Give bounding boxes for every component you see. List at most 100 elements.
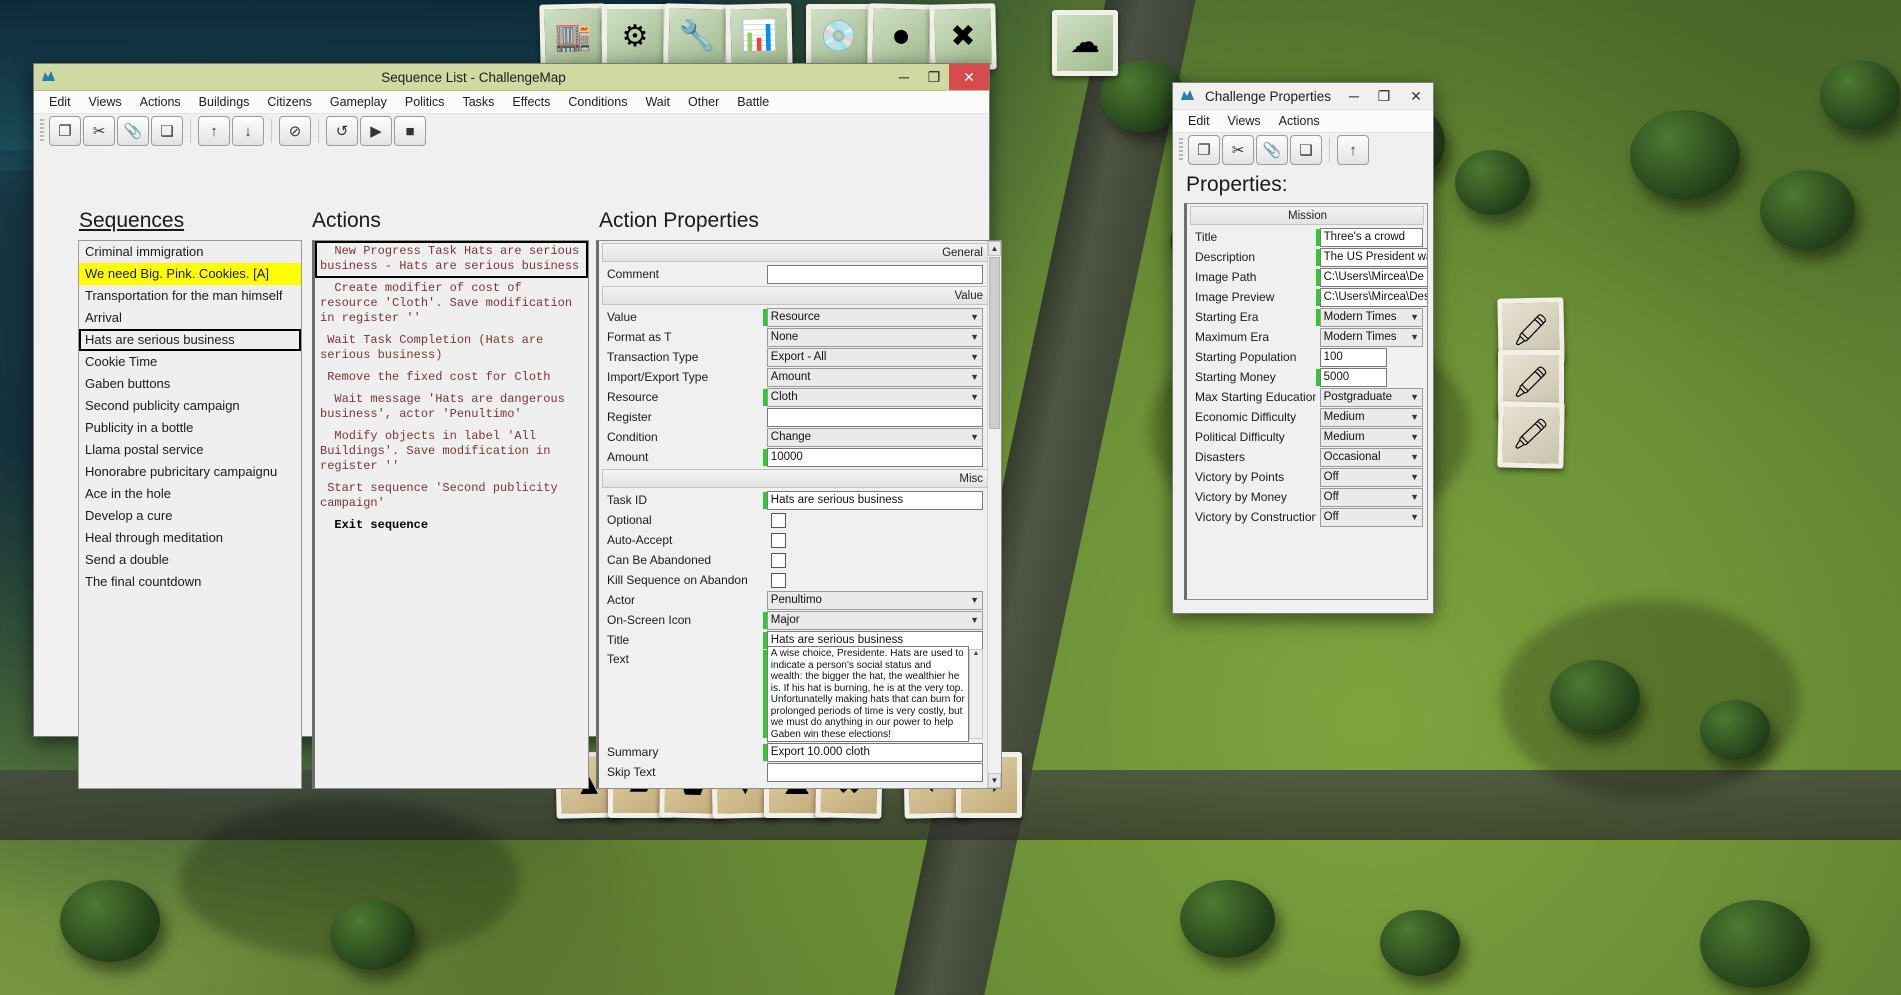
menu-tasks[interactable]: Tasks: [453, 91, 503, 113]
sequence-window-toolbar[interactable]: ❐ ✂ 📎 ❏ ↑ ↓ ⊘ ↺ ▶ ■: [34, 114, 989, 148]
input-title[interactable]: Three's a crowd: [1319, 227, 1423, 247]
menu-edit[interactable]: Edit: [40, 91, 80, 113]
sequence-list-item[interactable]: The final countdown: [79, 571, 301, 593]
select-max-starting-education[interactable]: Postgraduate ▼: [1319, 387, 1423, 407]
input-comment[interactable]: [766, 264, 983, 284]
action-list-item[interactable]: Wait Task Completion (Hats are serious b…: [315, 330, 588, 367]
action-list-item[interactable]: Exit sequence: [315, 515, 588, 537]
copy-button[interactable]: ❐: [49, 116, 81, 146]
sequence-list-item[interactable]: Hats are serious business: [79, 329, 301, 351]
move-down-button[interactable]: ↓: [232, 116, 264, 146]
scroll-down-arrow[interactable]: ▼: [988, 773, 1001, 788]
sequence-list-item[interactable]: Transportation for the man himself: [79, 285, 301, 307]
action-list-item[interactable]: New Progress Task Hats are serious busin…: [315, 241, 588, 278]
checkbox-can-be-abandoned[interactable]: [770, 552, 786, 568]
wrench-stamp[interactable]: 🔧: [663, 3, 731, 71]
sequence-list-item[interactable]: Gaben buttons: [79, 373, 301, 395]
minimize-button[interactable]: ─: [1339, 83, 1369, 109]
select-value[interactable]: Resource ▼: [766, 307, 983, 327]
challenge-window-controls[interactable]: ─ ❐ ✕: [1339, 83, 1433, 109]
sequence-list-item[interactable]: Honorabre pubricitary campaignu: [79, 461, 301, 483]
sequence-list-item[interactable]: Publicity in a bottle: [79, 417, 301, 439]
action-list-item[interactable]: Wait message 'Hats are dangerous busines…: [315, 389, 588, 426]
menu-actions[interactable]: Actions: [131, 91, 190, 113]
sequence-list-item[interactable]: Send a double: [79, 549, 301, 571]
textarea-scrollbar[interactable]: ▲: [969, 649, 983, 739]
input-starting-population[interactable]: 100: [1319, 347, 1387, 367]
cut-button[interactable]: ✂: [83, 116, 115, 146]
sequence-list-item[interactable]: Ace in the hole: [79, 483, 301, 505]
select-maximum-era[interactable]: Modern Times ▼: [1319, 327, 1423, 347]
menu-wait[interactable]: Wait: [636, 91, 679, 113]
input-task-id[interactable]: Hats are serious business: [766, 490, 983, 510]
checkbox-auto-accept[interactable]: [770, 532, 786, 548]
challenge-properties-grid[interactable]: Mission Title Three's a crowd Description Th…: [1184, 203, 1428, 600]
select-starting-era[interactable]: Modern Times ▼: [1319, 307, 1423, 327]
menu-edit[interactable]: Edit: [1179, 110, 1219, 132]
buildings-stamp[interactable]: 🏬: [539, 3, 607, 71]
cloud-upload-stamp[interactable]: ☁: [1052, 10, 1118, 76]
input-skip-text[interactable]: [766, 762, 983, 782]
action-properties-grid[interactable]: ▲ ▼ General Comment Value Value Resource ▼ For…: [596, 240, 1002, 789]
duplicate-button[interactable]: ❏: [1290, 135, 1322, 165]
close-button[interactable]: ✕: [1399, 83, 1433, 109]
minimize-button[interactable]: ─: [889, 64, 919, 90]
input-image-preview[interactable]: C:\Users\Mircea\Desktop\A: [1319, 287, 1427, 307]
menu-views[interactable]: Views: [1219, 110, 1270, 132]
move-up-button[interactable]: ↑: [198, 116, 230, 146]
action-list-item[interactable]: Create modifier of cost of resource 'Clo…: [315, 278, 588, 330]
sequence-list-item[interactable]: We need Big. Pink. Cookies. [A]: [79, 263, 301, 285]
close-button[interactable]: ✕: [949, 64, 989, 90]
lipstick-stamp-3[interactable]: 🖍: [1497, 401, 1565, 469]
play-button[interactable]: ▶: [360, 116, 392, 146]
input-starting-money[interactable]: 5000: [1319, 367, 1387, 387]
input-image-path[interactable]: C:\Users\Mircea\De: [1319, 267, 1427, 287]
delete-stamp[interactable]: ✖: [929, 3, 997, 71]
paste-button[interactable]: 📎: [117, 116, 149, 146]
scroll-thumb[interactable]: [989, 257, 1000, 429]
select-resource[interactable]: Cloth ▼: [766, 387, 983, 407]
disc-play-stamp[interactable]: ⏺: [867, 3, 935, 71]
select-victory-by-points[interactable]: Off ▼: [1319, 467, 1423, 487]
duplicate-button[interactable]: ❏: [151, 116, 183, 146]
menu-citizens[interactable]: Citizens: [258, 91, 320, 113]
input-amount[interactable]: 10000: [766, 447, 983, 467]
action-list-item[interactable]: Modify objects in label 'All Buildings'.…: [315, 426, 588, 478]
sequences-list[interactable]: Criminal immigration We need Big. Pink. C…: [78, 240, 302, 789]
textarea-text[interactable]: A wise choice, Presidente. Hats are used…: [766, 646, 969, 742]
sequence-window-controls[interactable]: ─ ❐ ✕: [889, 64, 989, 90]
maximize-button[interactable]: ❐: [1369, 83, 1399, 109]
sequence-list-item[interactable]: Develop a cure: [79, 505, 301, 527]
menu-effects[interactable]: Effects: [503, 91, 559, 113]
sequence-list-item[interactable]: Heal through meditation: [79, 527, 301, 549]
challenge-window-toolbar[interactable]: ❐ ✂ 📎 ❏ ↑: [1173, 133, 1433, 167]
cut-button[interactable]: ✂: [1222, 135, 1254, 165]
stop-button[interactable]: ■: [394, 116, 426, 146]
charts-stamp[interactable]: 📊: [725, 3, 793, 71]
move-up-button[interactable]: ↑: [1337, 135, 1369, 165]
menu-battle[interactable]: Battle: [728, 91, 778, 113]
sequence-list-item[interactable]: Second publicity campaign: [79, 395, 301, 417]
menu-politics[interactable]: Politics: [396, 91, 454, 113]
select-disasters[interactable]: Occasional ▼: [1319, 447, 1423, 467]
checkbox-optional[interactable]: [770, 512, 786, 528]
action-list-item[interactable]: Remove the fixed cost for Cloth: [315, 367, 588, 389]
challenge-window-menubar[interactable]: Edit Views Actions: [1173, 110, 1433, 133]
sequence-list-item[interactable]: Criminal immigration: [79, 241, 301, 263]
select-transaction-type[interactable]: Export - All ▼: [766, 347, 983, 367]
toolbar-grip[interactable]: [40, 119, 44, 143]
sequence-list-window[interactable]: Sequence List - ChallengeMap ─ ❐ ✕ Edit V…: [33, 63, 1002, 789]
action-list-item[interactable]: Start sequence 'Second publicity campaig…: [315, 478, 588, 515]
menu-actions[interactable]: Actions: [1270, 110, 1329, 132]
disable-button[interactable]: ⊘: [279, 116, 311, 146]
input-register[interactable]: [766, 407, 983, 427]
select-import-export-type[interactable]: Amount ▼: [766, 367, 983, 387]
reload-button[interactable]: ↺: [326, 116, 358, 146]
select-victory-by-construction[interactable]: Off ▼: [1319, 507, 1423, 527]
sequence-list-item[interactable]: Arrival: [79, 307, 301, 329]
gear-stamp[interactable]: ⚙: [602, 4, 668, 70]
menu-other[interactable]: Other: [679, 91, 728, 113]
select-victory-by-money[interactable]: Off ▼: [1319, 487, 1423, 507]
actions-list[interactable]: New Progress Task Hats are serious busin…: [312, 240, 589, 789]
copy-button[interactable]: ❐: [1188, 135, 1220, 165]
